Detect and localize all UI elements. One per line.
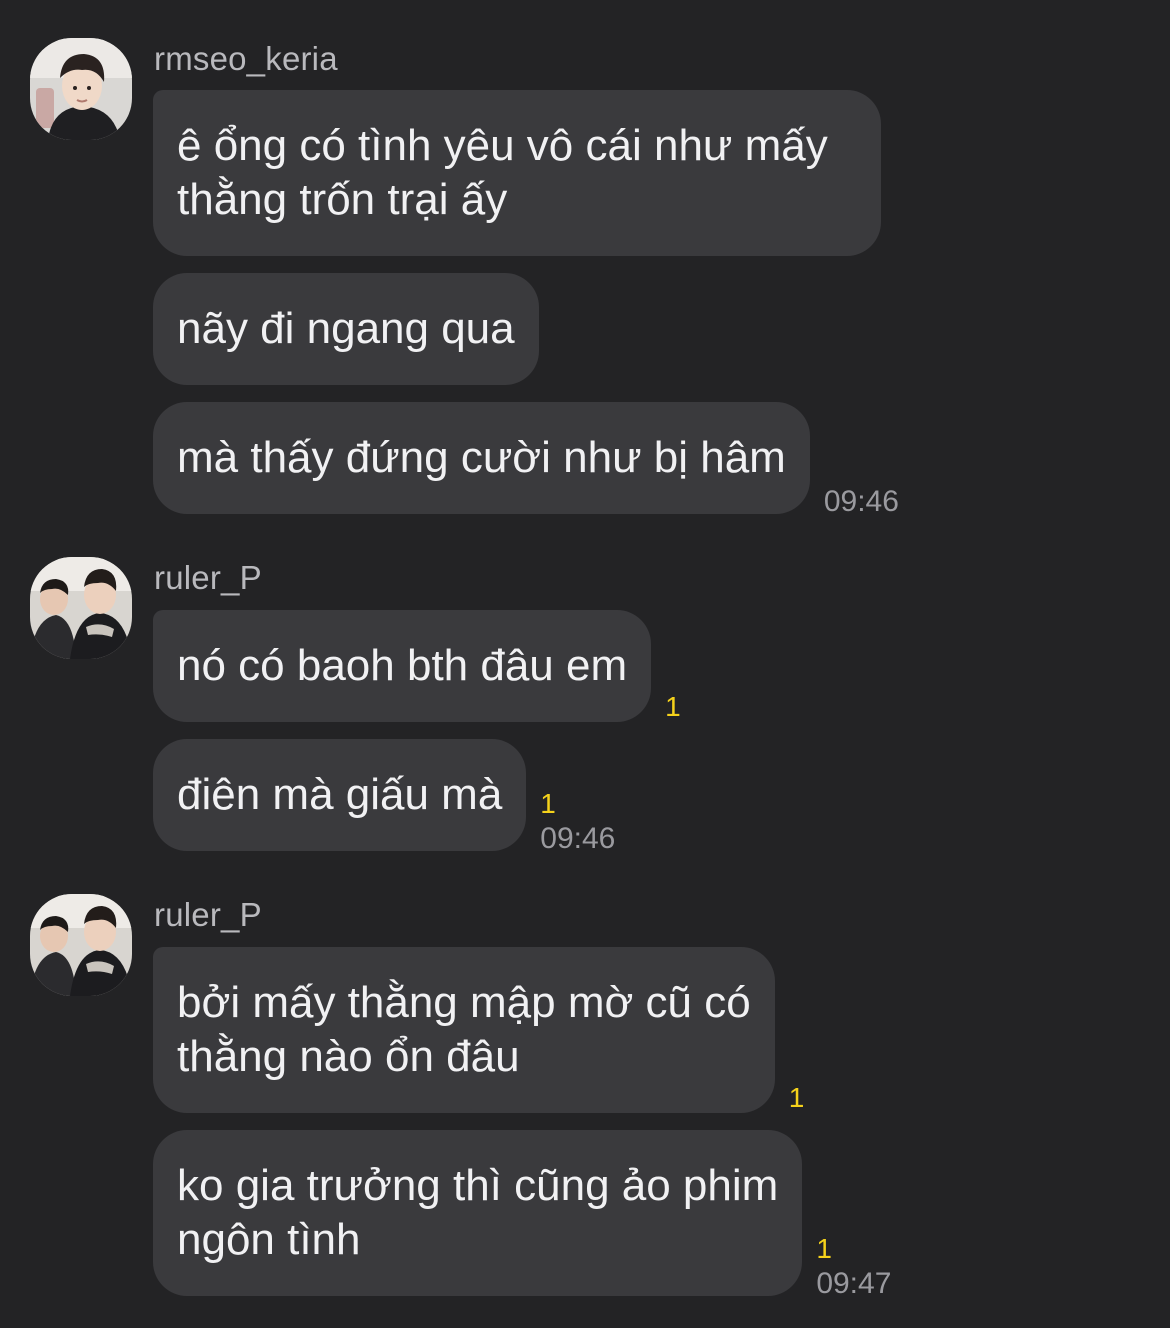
avatar[interactable] — [30, 38, 132, 140]
unread-count: 1 — [665, 691, 681, 722]
message-row: điên mà giấu mà 1 09:46 — [153, 739, 615, 855]
timestamp: 09:47 — [816, 1267, 892, 1300]
message-row: ko gia trưởng thì cũng ảo phim ngôn tình… — [153, 1130, 891, 1300]
message-bubble[interactable]: nãy đi ngang qua — [153, 273, 539, 385]
message-meta: 1 — [665, 690, 681, 724]
message-bubble[interactable]: nó có baoh bth đâu em — [153, 610, 652, 722]
message-bubble[interactable]: ê ổng có tình yêu vô cái như mấy thằng t… — [153, 90, 881, 256]
message-meta: 1 09:47 — [816, 1232, 891, 1302]
message-meta: 09:46 — [824, 484, 899, 520]
sender-name[interactable]: ruler_P — [154, 896, 262, 934]
message-row: bởi mấy thằng mập mờ cũ có thằng nào ổn … — [153, 947, 804, 1113]
message-row: nãy đi ngang qua — [153, 273, 539, 385]
avatar[interactable] — [30, 894, 132, 996]
message-meta: 1 — [789, 1081, 805, 1115]
message-row: mà thấy đứng cười như bị hâm 09:46 — [153, 402, 899, 518]
message-bubble[interactable]: bởi mấy thằng mập mờ cũ có thằng nào ổn … — [153, 947, 775, 1113]
user-avatar-photo-icon — [30, 557, 132, 659]
avatar[interactable] — [30, 557, 132, 659]
user-avatar-photo-icon — [30, 894, 132, 996]
unread-count: 1 — [540, 788, 556, 819]
message-bubble[interactable]: ko gia trưởng thì cũng ảo phim ngôn tình — [153, 1130, 803, 1296]
user-avatar-photo-icon — [30, 38, 132, 140]
sender-name[interactable]: rmseo_keria — [154, 40, 338, 78]
sender-name[interactable]: ruler_P — [154, 559, 262, 597]
timestamp: 09:46 — [540, 822, 616, 855]
message-bubble[interactable]: mà thấy đứng cười như bị hâm — [153, 402, 810, 514]
message-row: nó có baoh bth đâu em 1 — [153, 610, 681, 722]
message-meta: 1 09:46 — [540, 787, 615, 857]
timestamp: 09:46 — [823, 485, 899, 518]
message-row: ê ổng có tình yêu vô cái như mấy thằng t… — [153, 90, 881, 256]
message-bubble[interactable]: điên mà giấu mà — [153, 739, 527, 851]
unread-count: 1 — [816, 1233, 832, 1264]
unread-count: 1 — [788, 1082, 805, 1113]
